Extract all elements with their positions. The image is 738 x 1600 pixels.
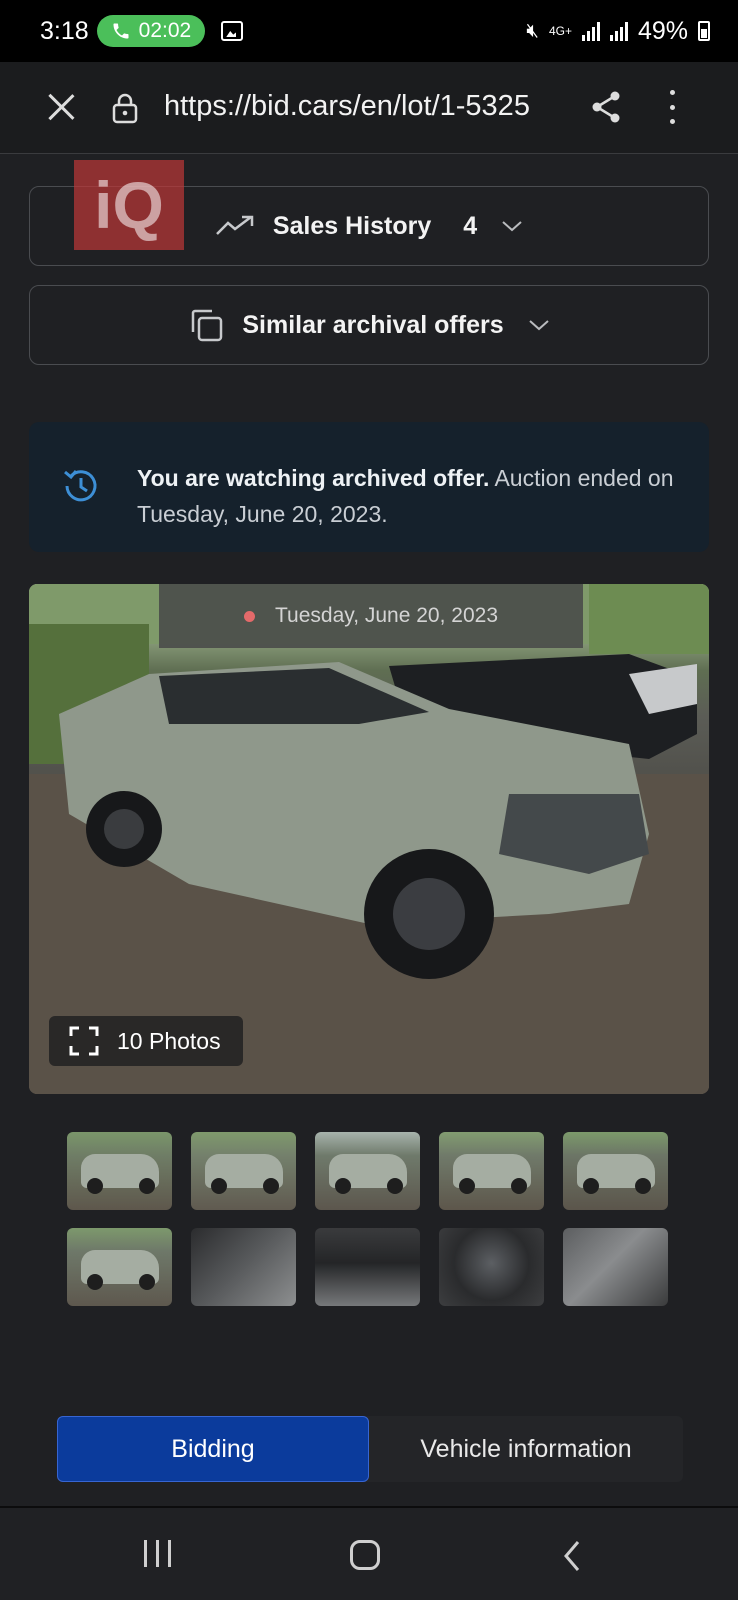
thumbnail-4[interactable] [439,1132,544,1210]
status-dot [244,610,255,622]
tab-bidding[interactable]: Bidding [57,1416,369,1482]
tab-vehicle-information-label: Vehicle information [420,1434,632,1463]
page-content: iQ Sales History 4 Similar archival offe… [0,155,738,1507]
similar-archival-offers-accordion[interactable]: Similar archival offers [29,285,709,365]
auction-date: Tuesday, June 20, 2023 [275,604,498,627]
thumbnail-row [67,1228,671,1306]
tab-bidding-label: Bidding [171,1434,255,1463]
thumbnail-7[interactable] [191,1228,296,1306]
recent-apps-icon[interactable] [144,1540,171,1567]
photos-count-label: 10 Photos [117,1027,221,1054]
battery-percent: 49% [637,16,688,45]
ongoing-call-pill[interactable]: 02:02 [96,15,206,47]
call-timer: 02:02 [138,19,192,42]
status-bar: 3:18 02:02 🔇︎ 4G+ 49% [0,0,738,62]
iq-logo: iQ [74,160,184,250]
archived-offer-text: You are watching archived offer. Auction… [137,460,679,532]
archived-offer-bold: You are watching archived offer. [137,465,490,491]
tab-vehicle-information[interactable]: Vehicle information [369,1416,683,1482]
home-icon[interactable] [350,1540,380,1570]
thumbnail-3[interactable] [315,1132,420,1210]
system-navigation-bar [0,1508,738,1600]
copy-icon [188,307,224,343]
thumbnail-1[interactable] [67,1132,172,1210]
thumbnail-2[interactable] [191,1132,296,1210]
mute-icon: 🔇︎ [526,19,539,42]
more-options-icon[interactable] [668,90,676,124]
url-text[interactable]: https://bid.cars/en/lot/1-5325 [164,90,562,123]
auction-date-banner: Tuesday, June 20, 2023 [159,584,583,648]
signal-icon-2 [609,21,628,41]
network-type: 4G+ [548,23,572,38]
thumbnail-row [67,1132,671,1210]
status-time: 3:18 [40,16,89,45]
share-icon[interactable] [590,90,622,124]
browser-url-bar: https://bid.cars/en/lot/1-5325 [0,62,738,154]
back-icon[interactable] [562,1540,582,1572]
thumbnail-grid [67,1132,671,1324]
similar-offers-label: Similar archival offers [242,310,504,339]
chevron-down-icon [501,219,523,233]
thumbnail-6[interactable] [67,1228,172,1306]
main-vehicle-photo[interactable]: Tuesday, June 20, 2023 10 Photos [29,584,709,1094]
lock-icon[interactable] [112,92,138,124]
photos-count-button[interactable]: 10 Photos [49,1016,243,1066]
detail-tabs: Bidding Vehicle information [57,1416,683,1482]
thumbnail-10[interactable] [563,1228,668,1306]
phone-icon [113,23,129,39]
thumbnail-5[interactable] [563,1132,668,1210]
archived-offer-notice: You are watching archived offer. Auction… [29,422,709,552]
trending-up-icon [215,214,255,238]
chevron-down-icon [528,318,550,332]
signal-icon [581,21,600,41]
fullscreen-icon [69,1026,99,1056]
thumbnail-8[interactable] [315,1228,420,1306]
battery-icon [698,21,710,41]
close-icon[interactable] [46,92,76,122]
sales-history-count: 4 [463,211,478,240]
image-notification-icon [221,21,244,41]
sales-history-label: Sales History [272,211,432,240]
thumbnail-9[interactable] [439,1228,544,1306]
history-icon [61,466,101,511]
